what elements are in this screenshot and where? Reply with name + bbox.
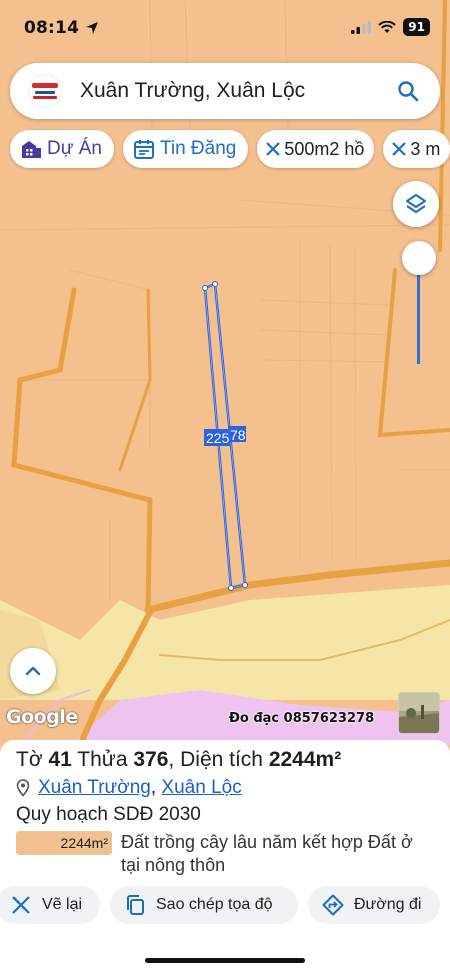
area-value: 2244m² [268, 748, 342, 771]
action-bar: Vẽ lại Sao chép tọa độ Đường đi [0, 886, 450, 924]
svg-text:225: 225 [206, 430, 230, 446]
search-bar[interactable]: Xuân Trường, Xuân Lộc [10, 63, 440, 119]
chip-tin-dang[interactable]: Tin Đăng [122, 130, 249, 168]
chip-du-an[interactable]: Dự Án [10, 130, 114, 168]
calendar-icon [133, 140, 154, 159]
parcel-title: Tờ 41 Thửa 376, Diện tích 2244m² [16, 748, 342, 771]
zoning-swatch: 2244m² [16, 831, 112, 855]
sheet-number: 41 [48, 748, 72, 771]
home-indicator[interactable] [145, 958, 305, 963]
plot-number: 376 [133, 748, 169, 771]
opacity-slider-track[interactable] [417, 260, 420, 364]
location-pin-icon [16, 779, 30, 797]
location-arrow-icon [86, 22, 99, 34]
svg-text:78: 78 [230, 427, 246, 443]
layers-button[interactable] [393, 181, 439, 227]
district-link[interactable]: Xuân Lộc [161, 777, 241, 799]
redraw-label: Vẽ lại [42, 896, 83, 913]
draw-icon [12, 896, 30, 914]
parcel-address: Xuân Trường, Xuân Lộc [16, 777, 242, 799]
chip-label: Dự Án [47, 138, 102, 159]
redraw-button[interactable]: Vẽ lại [0, 886, 100, 924]
directions-icon [322, 894, 344, 916]
chevron-up-icon [25, 666, 41, 676]
directions-button[interactable]: Đường đi [308, 886, 440, 924]
filter-chips: Dự Án Tin Đăng 500m2 hồ 3 m [10, 130, 450, 168]
zoning-legend: 2244m² Đất trồng cây lâu năm kết hợp Đất… [16, 831, 433, 877]
copy-icon [127, 895, 144, 915]
opacity-slider-handle[interactable] [402, 241, 436, 275]
plan-title: Quy hoạch SDĐ 2030 [16, 804, 201, 825]
street-view-thumbnail[interactable] [398, 692, 440, 734]
chip-label: Tin Đăng [159, 138, 237, 159]
street-view-image [399, 693, 439, 733]
zoning-description: Đất trồng cây lâu năm kết hợp Đất ở tại … [121, 832, 413, 875]
status-time: 08:14 [24, 18, 80, 38]
chip-label: 3 m [410, 138, 441, 159]
building-icon [22, 141, 41, 158]
commune-link[interactable]: Xuân Trường [38, 777, 151, 799]
chip-label: 500m2 hồ [284, 138, 365, 159]
chip-500m2-ho[interactable]: 500m2 hồ [257, 130, 375, 168]
layers-icon [406, 194, 426, 213]
cellular-signal-icon [351, 20, 372, 34]
search-icon[interactable] [396, 79, 420, 103]
search-input[interactable]: Xuân Trường, Xuân Lộc [80, 79, 396, 103]
wifi-icon [378, 20, 397, 33]
expand-up-button[interactable] [10, 648, 56, 694]
status-bar: 08:14 91 [0, 0, 450, 56]
parcel-info-sheet: Tờ 41 Thửa 376, Diện tích 2244m² Xuân Tr… [0, 740, 450, 974]
battery-indicator: 91 [403, 18, 430, 36]
ruler-icon [392, 142, 407, 156]
directions-label: Đường đi [354, 896, 422, 913]
survey-contact[interactable]: Đo đạc 0857623278 [229, 711, 374, 726]
app-logo [28, 74, 62, 108]
google-attribution: Google [6, 706, 78, 728]
ruler-icon [266, 142, 281, 156]
copy-coordinates-label: Sao chép tọa độ [156, 896, 273, 913]
chip-3m[interactable]: 3 m [383, 130, 450, 168]
copy-coordinates-button[interactable]: Sao chép tọa độ [110, 886, 298, 924]
